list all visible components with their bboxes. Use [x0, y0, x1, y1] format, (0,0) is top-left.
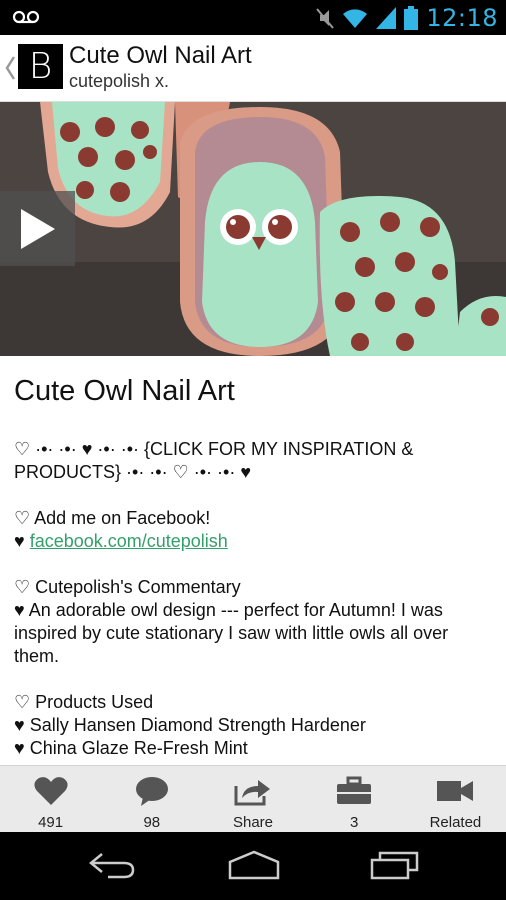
- recent-apps-icon[interactable]: [370, 850, 420, 880]
- status-bar: 12:18: [0, 0, 506, 35]
- video-thumbnail[interactable]: [0, 102, 506, 356]
- facebook-section: ♡ Add me on Facebook! ♥ facebook.com/cut…: [14, 507, 492, 553]
- product-item: ♥ China Glaze Re-Fresh Mint: [14, 738, 248, 758]
- related-label: Related: [429, 814, 482, 831]
- header-author[interactable]: cutepolish x.: [69, 71, 169, 92]
- comment-count: 98: [143, 814, 161, 831]
- comment-button[interactable]: 98: [101, 766, 202, 832]
- facebook-link[interactable]: facebook.com/cutepolish: [30, 531, 228, 551]
- comment-bubble-icon: [135, 777, 168, 806]
- products-section: ♡ Products Used ♥ Sally Hansen Diamond S…: [14, 691, 492, 760]
- products-heading: ♡ Products Used: [14, 692, 154, 712]
- system-nav-bar: [0, 832, 506, 900]
- clock: 12:18: [426, 4, 498, 32]
- post-title: Cute Owl Nail Art: [14, 375, 235, 407]
- like-button[interactable]: 491: [0, 766, 101, 832]
- share-button[interactable]: Share: [202, 766, 303, 832]
- facebook-bullet: ♥: [14, 531, 25, 551]
- back-chevron-icon[interactable]: [4, 55, 16, 81]
- commentary-heading: ♡ Cutepolish's Commentary: [14, 577, 241, 597]
- video-camera-icon: [437, 781, 474, 801]
- home-icon[interactable]: [228, 850, 280, 880]
- inspiration-line: ♡ ·•· ·•· ♥ ·•· ·•· {CLICK FOR MY INSPIR…: [14, 439, 414, 482]
- share-icon: [234, 780, 270, 806]
- play-icon: [20, 208, 55, 249]
- app-header: B Cute Owl Nail Art cutepolish x.: [0, 35, 506, 102]
- briefcase-icon: [337, 776, 372, 804]
- like-count: 491: [38, 814, 64, 831]
- heart-icon: [34, 777, 68, 805]
- related-button[interactable]: Related: [405, 766, 506, 832]
- collections-count: 3: [350, 814, 359, 831]
- voicemail-icon: [12, 10, 40, 24]
- commentary-section: ♡ Cutepolish's Commentary ♥ An adorable …: [14, 576, 492, 668]
- action-bar: 491 98 Share 3 Related: [0, 765, 506, 832]
- play-button[interactable]: [0, 191, 75, 266]
- header-title: Cute Owl Nail Art: [69, 42, 252, 69]
- product-item: ♥ Sally Hansen Diamond Strength Hardener: [14, 715, 366, 735]
- post-body: Cute Owl Nail Art ♡ ·•· ·•· ♥ ·•· ·•· {C…: [0, 356, 506, 765]
- signal-icon: [376, 7, 397, 29]
- wifi-icon: [343, 9, 368, 28]
- mute-icon: [316, 8, 335, 29]
- commentary-text: ♥ An adorable owl design --- perfect for…: [14, 600, 449, 666]
- facebook-heading: ♡ Add me on Facebook!: [14, 508, 211, 528]
- nail-art-image: [0, 102, 506, 356]
- battery-icon: [404, 6, 419, 30]
- share-label: Share: [232, 814, 274, 831]
- back-icon[interactable]: [88, 850, 136, 880]
- collections-button[interactable]: 3: [304, 766, 405, 832]
- app-logo[interactable]: B: [18, 44, 63, 89]
